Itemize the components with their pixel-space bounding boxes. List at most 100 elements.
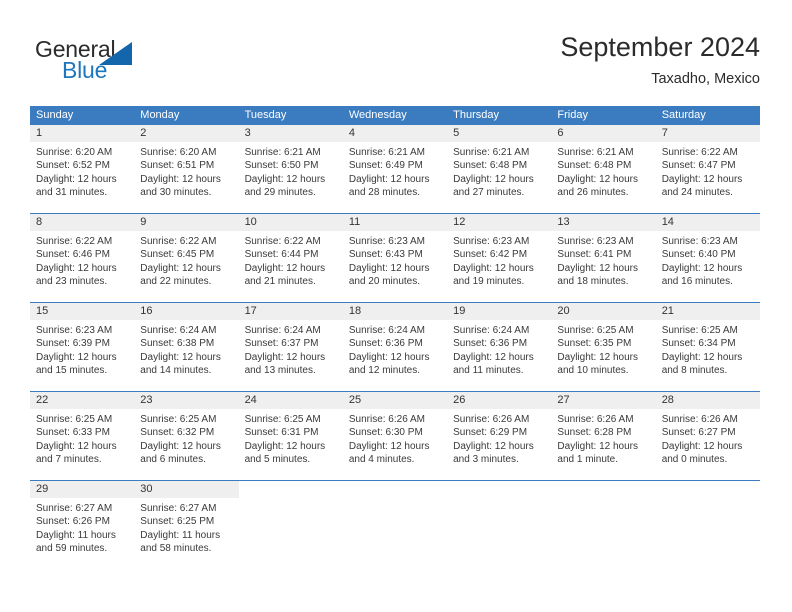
calendar-day-cell[interactable]: 7 Sunrise: 6:22 AM Sunset: 6:47 PM Daylight…: [655, 125, 760, 207]
calendar-day-cell[interactable]: 13 Sunrise: 6:23 AM Sunset: 6:41 PM Dayligh…: [551, 214, 656, 296]
day-detail-line: and 4 minutes.: [348, 454, 415, 466]
day-details: [656, 498, 760, 563]
day-number: 25: [342, 392, 448, 409]
day-number: 4: [342, 125, 448, 142]
day-detail-line: Sunrise: 6:23 AM: [661, 236, 738, 247]
day-detail-line: and 26 minutes.: [557, 187, 629, 199]
calendar-day-cell[interactable]: 19 Sunrise: 6:24 AM Sunset: 6:36 PM Dayligh…: [447, 303, 552, 385]
calendar-day-cell[interactable]: 5 Sunrise: 6:21 AM Sunset: 6:48 PM Daylight…: [447, 125, 552, 207]
day-number: 5: [447, 125, 552, 142]
day-detail-line: Daylight: 12 hours: [348, 262, 430, 274]
calendar-day-cell[interactable]: 11 Sunrise: 6:23 AM Sunset: 6:43 PM Dayligh…: [342, 214, 448, 296]
day-details: Sunrise: 6:23 AM Sunset: 6:40 PM Daylight:…: [656, 231, 760, 296]
day-detail-line: Sunset: 6:48 PM: [453, 160, 528, 172]
day-details: Sunrise: 6:23 AM Sunset: 6:43 PM Daylight:…: [343, 231, 447, 296]
day-detail-line: Daylight: 12 hours: [140, 440, 221, 452]
day-details: Sunrise: 6:26 AM Sunset: 6:28 PM Daylight:…: [551, 409, 655, 474]
day-detail-line: and 59 minutes.: [36, 543, 108, 555]
page-title: September 2024: [560, 32, 760, 62]
logo-text-blue: Blue: [62, 57, 108, 83]
day-number: 21: [655, 303, 760, 320]
day-number: [343, 481, 447, 498]
calendar-day-cell[interactable]: 15 Sunrise: 6:23 AM Sunset: 6:39 PM Dayligh…: [30, 303, 135, 385]
day-detail-line: Daylight: 12 hours: [348, 173, 430, 185]
day-detail-line: Daylight: 12 hours: [244, 173, 326, 185]
calendar-day-cell[interactable]: 1 Sunrise: 6:20 AM Sunset: 6:52 PM Daylight…: [30, 125, 135, 207]
calendar-day-cell[interactable]: 14 Sunrise: 6:23 AM Sunset: 6:40 PM Dayligh…: [655, 214, 760, 296]
calendar-day-cell[interactable]: 6 Sunrise: 6:21 AM Sunset: 6:48 PM Daylight…: [551, 125, 656, 207]
day-detail-line: Sunrise: 6:26 AM: [661, 414, 738, 425]
day-number: 26: [447, 392, 552, 409]
calendar-day-cell[interactable]: 24 Sunrise: 6:25 AM Sunset: 6:31 PM Dayligh…: [238, 392, 343, 474]
day-detail-line: and 24 minutes.: [661, 187, 733, 199]
day-detail-line: Sunset: 6:36 PM: [453, 338, 528, 350]
day-details: Sunrise: 6:25 AM Sunset: 6:35 PM Daylight:…: [551, 320, 655, 385]
day-detail-line: Daylight: 12 hours: [36, 173, 117, 185]
day-detail-line: Sunset: 6:48 PM: [557, 160, 632, 172]
day-details: Sunrise: 6:26 AM Sunset: 6:27 PM Daylight:…: [656, 409, 760, 474]
calendar-day-cell[interactable]: 23 Sunrise: 6:25 AM Sunset: 6:32 PM Dayligh…: [134, 392, 239, 474]
weekday-header-wednesday: Wednesday: [348, 109, 407, 121]
calendar-day-cell-empty: [238, 481, 343, 563]
calendar-day-cell[interactable]: 17 Sunrise: 6:24 AM Sunset: 6:37 PM Dayligh…: [238, 303, 343, 385]
calendar-day-cell[interactable]: 29 Sunrise: 6:27 AM Sunset: 6:26 PM Dayligh…: [30, 481, 135, 563]
day-detail-line: Sunrise: 6:24 AM: [140, 325, 217, 336]
day-detail-line: Sunset: 6:50 PM: [244, 160, 319, 172]
calendar-day-cell[interactable]: 10 Sunrise: 6:22 AM Sunset: 6:44 PM Dayligh…: [238, 214, 343, 296]
day-detail-line: Sunset: 6:41 PM: [557, 249, 632, 261]
calendar-day-cell[interactable]: 9 Sunrise: 6:22 AM Sunset: 6:45 PM Daylight…: [134, 214, 239, 296]
day-detail-line: Daylight: 12 hours: [36, 351, 117, 363]
day-detail-line: Sunrise: 6:25 AM: [661, 325, 738, 336]
day-detail-line: Sunset: 6:34 PM: [661, 338, 736, 350]
day-detail-line: Daylight: 12 hours: [244, 262, 326, 274]
weekday-header-friday: Friday: [557, 109, 588, 121]
calendar-day-cell-empty: [447, 481, 552, 563]
day-detail-line: Sunset: 6:32 PM: [140, 427, 215, 439]
calendar-day-cell[interactable]: 16 Sunrise: 6:24 AM Sunset: 6:38 PM Dayligh…: [134, 303, 239, 385]
calendar-day-cell[interactable]: 8 Sunrise: 6:22 AM Sunset: 6:46 PM Daylight…: [30, 214, 135, 296]
calendar-day-cell[interactable]: 28 Sunrise: 6:26 AM Sunset: 6:27 PM Dayligh…: [655, 392, 760, 474]
weekday-header-monday: Monday: [140, 109, 180, 121]
weekday-header-row: Sunday Monday Tuesday Wednesday Thursday Frid…: [30, 106, 760, 125]
calendar-day-cell[interactable]: 20 Sunrise: 6:25 AM Sunset: 6:35 PM Dayligh…: [551, 303, 656, 385]
weekday-header-tuesday: Tuesday: [244, 109, 287, 121]
calendar-week-row: 22 Sunrise: 6:25 AM Sunset: 6:33 PM Dayligh…: [30, 391, 760, 474]
day-number: 11: [342, 214, 448, 231]
calendar-day-cell[interactable]: 22 Sunrise: 6:25 AM Sunset: 6:33 PM Dayligh…: [30, 392, 135, 474]
day-number: 8: [30, 214, 135, 231]
weekday-header-thursday: Thursday: [453, 109, 499, 121]
day-detail-line: Daylight: 12 hours: [453, 440, 534, 452]
calendar-day-cell[interactable]: 25 Sunrise: 6:26 AM Sunset: 6:30 PM Dayligh…: [342, 392, 448, 474]
weekday-header-saturday: Saturday: [661, 109, 706, 121]
calendar-weeks: 1 Sunrise: 6:20 AM Sunset: 6:52 PM Daylight…: [30, 125, 760, 563]
calendar-day-cell[interactable]: 4 Sunrise: 6:21 AM Sunset: 6:49 PM Daylight…: [342, 125, 448, 207]
day-detail-line: Sunset: 6:27 PM: [661, 427, 736, 439]
calendar-day-cell[interactable]: 21 Sunrise: 6:25 AM Sunset: 6:34 PM Dayligh…: [655, 303, 760, 385]
calendar-week-row: 15 Sunrise: 6:23 AM Sunset: 6:39 PM Dayligh…: [30, 302, 760, 385]
day-number: 16: [134, 303, 239, 320]
day-number: 19: [447, 303, 552, 320]
day-detail-line: Sunset: 6:51 PM: [140, 160, 215, 172]
day-detail-line: Sunrise: 6:24 AM: [244, 325, 321, 336]
day-details: Sunrise: 6:25 AM Sunset: 6:32 PM Daylight:…: [134, 409, 238, 474]
day-number: 12: [447, 214, 552, 231]
calendar-day-cell[interactable]: 3 Sunrise: 6:21 AM Sunset: 6:50 PM Daylight…: [238, 125, 343, 207]
calendar-day-cell[interactable]: 26 Sunrise: 6:26 AM Sunset: 6:29 PM Dayligh…: [447, 392, 552, 474]
calendar-day-cell[interactable]: 2 Sunrise: 6:20 AM Sunset: 6:51 PM Daylight…: [134, 125, 239, 207]
day-detail-line: Sunset: 6:39 PM: [36, 338, 110, 350]
day-details: Sunrise: 6:27 AM Sunset: 6:25 PM Daylight:…: [134, 498, 238, 563]
day-detail-line: Sunrise: 6:22 AM: [36, 236, 113, 247]
calendar-day-cell[interactable]: 18 Sunrise: 6:24 AM Sunset: 6:36 PM Dayligh…: [342, 303, 448, 385]
day-details: Sunrise: 6:23 AM Sunset: 6:41 PM Daylight:…: [551, 231, 655, 296]
calendar-week-row: 29 Sunrise: 6:27 AM Sunset: 6:26 PM Dayligh…: [30, 480, 760, 563]
day-detail-line: Sunrise: 6:20 AM: [140, 147, 217, 158]
day-detail-line: Daylight: 12 hours: [453, 173, 534, 185]
day-number: 15: [30, 303, 135, 320]
calendar-week-row: 8 Sunrise: 6:22 AM Sunset: 6:46 PM Daylight…: [30, 213, 760, 296]
day-detail-line: Sunset: 6:31 PM: [244, 427, 319, 439]
calendar-day-cell[interactable]: 30 Sunrise: 6:27 AM Sunset: 6:25 PM Dayligh…: [134, 481, 239, 563]
day-number: 17: [238, 303, 343, 320]
calendar-day-cell[interactable]: 27 Sunrise: 6:26 AM Sunset: 6:28 PM Dayligh…: [551, 392, 656, 474]
day-detail-line: Sunset: 6:25 PM: [140, 516, 215, 528]
calendar-day-cell[interactable]: 12 Sunrise: 6:23 AM Sunset: 6:42 PM Dayligh…: [447, 214, 552, 296]
